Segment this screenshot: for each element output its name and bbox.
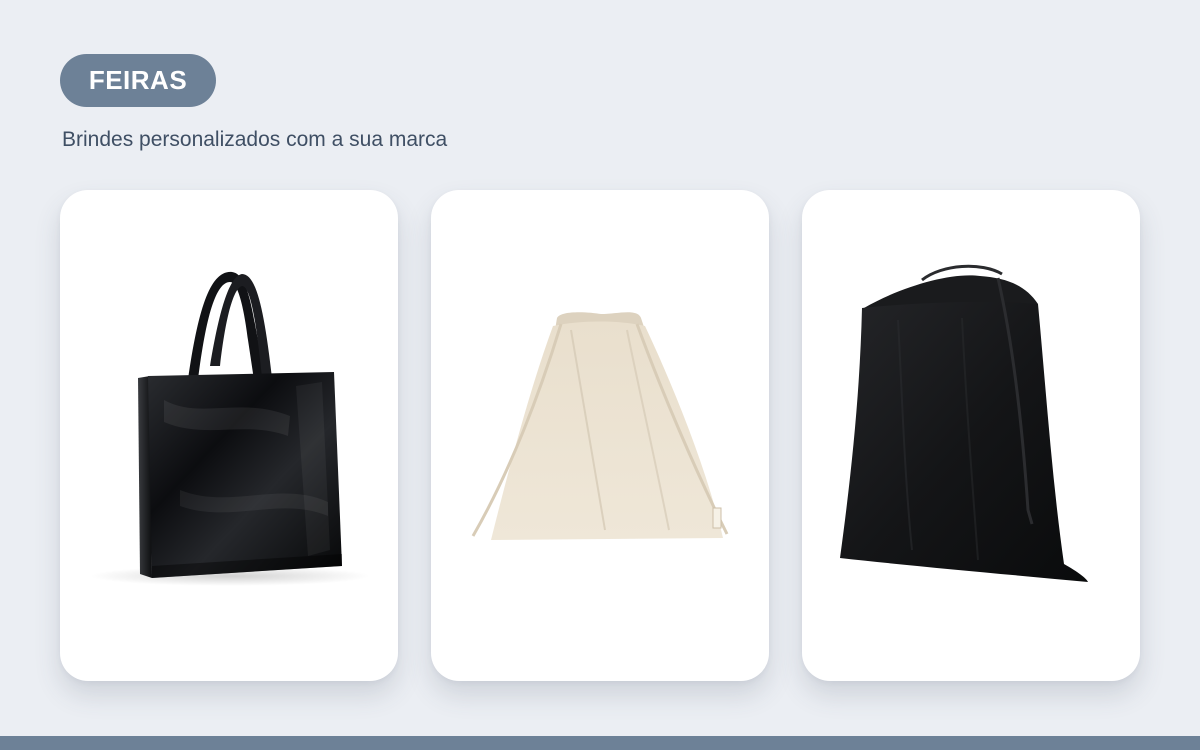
drawstring-bag-icon: [471, 312, 729, 540]
product-grid: [60, 190, 1140, 681]
product-card-tote-bag[interactable]: [60, 190, 398, 681]
tote-bag-icon: [90, 271, 370, 586]
footer-bar: [0, 736, 1200, 750]
category-tag: FEIRAS: [60, 54, 216, 107]
section-subtitle: Brindes personalizados com a sua marca: [62, 128, 448, 151]
product-card-cotton-drawstring-bag[interactable]: [431, 190, 769, 681]
drawstring-bag-icon: [840, 264, 1088, 582]
product-card-black-drawstring-bag[interactable]: [802, 190, 1140, 681]
